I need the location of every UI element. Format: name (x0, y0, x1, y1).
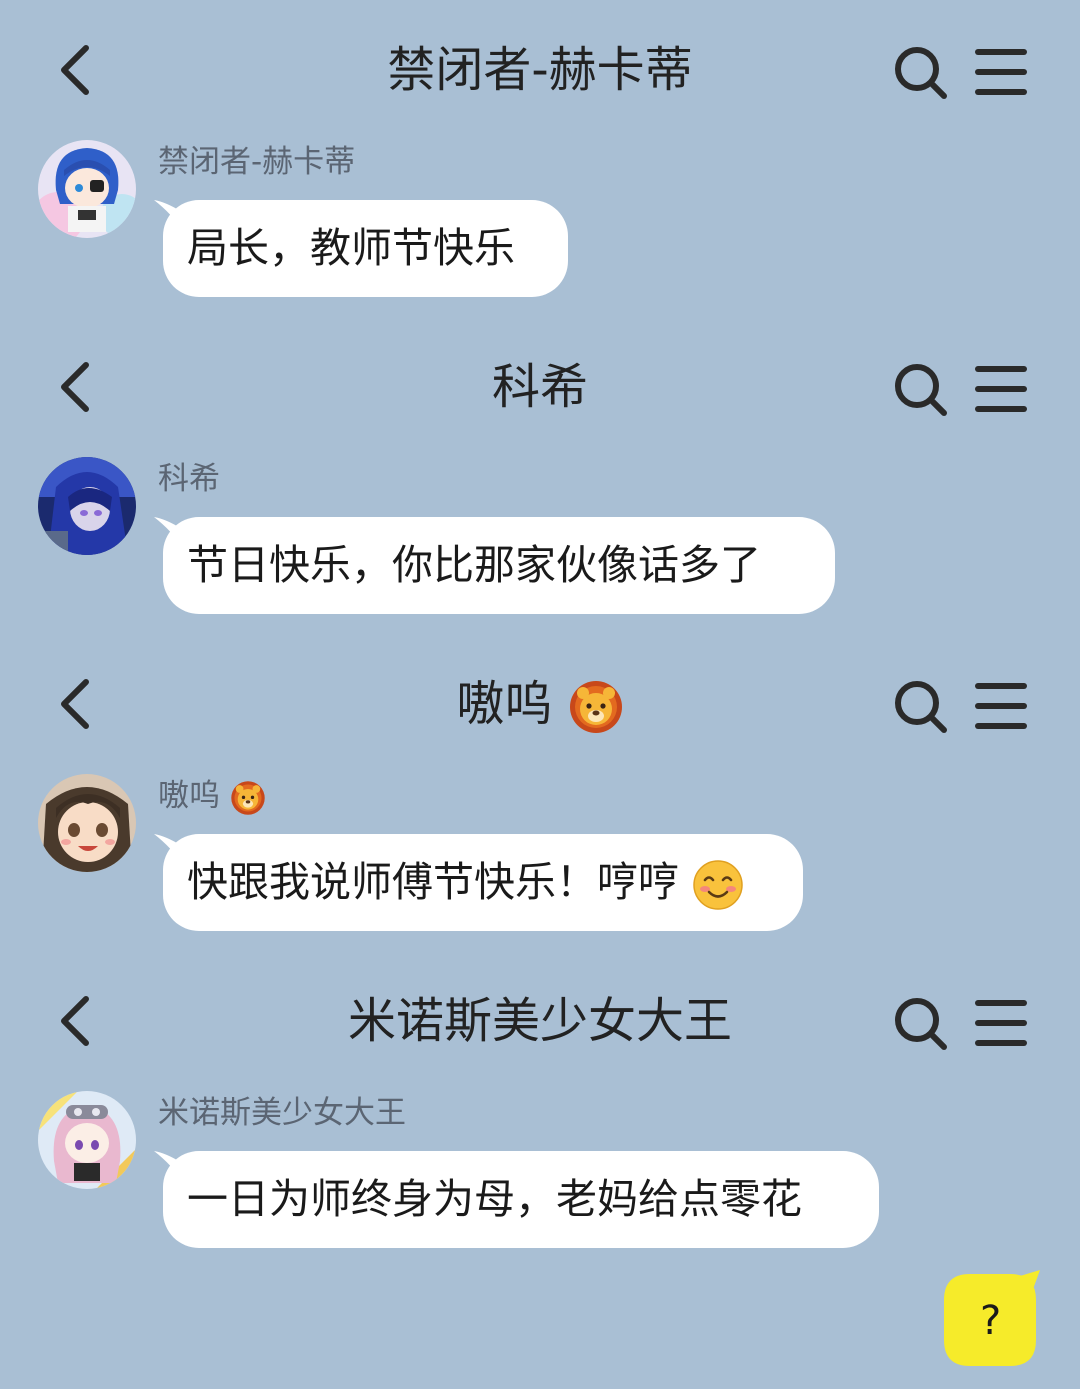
menu-icon (975, 683, 1027, 729)
menu-button[interactable] (972, 678, 1030, 734)
sender-name: 米诺斯美少女大王 (158, 1095, 406, 1131)
search-button[interactable] (890, 993, 950, 1053)
chibi-pink-hair-avatar[interactable] (38, 1091, 136, 1189)
chat-header: 嗷呜 (0, 634, 1080, 774)
chat-title: 禁闭者-赫卡蒂 (387, 42, 693, 98)
menu-button[interactable] (972, 361, 1030, 417)
message-text: 快跟我说师傅节快乐！哼哼 (187, 858, 679, 906)
search-button[interactable] (890, 676, 950, 736)
menu-icon (975, 49, 1027, 95)
help-label: ? (980, 1298, 1001, 1344)
sender-name-text: 嗷呜 (158, 778, 220, 814)
help-button[interactable]: ? (940, 1270, 1040, 1376)
search-icon (895, 364, 947, 416)
message-text: 一日为师终身为母，老妈给点零花 (187, 1175, 802, 1223)
chat-title: 科希 (491, 359, 588, 415)
smiling-face-icon (693, 860, 743, 910)
chat-block-2: 科希 科希 节日快乐，你比那家伙像话多了 (0, 317, 1080, 634)
back-button[interactable] (52, 40, 102, 100)
sender-name: 禁闭者-赫卡蒂 (158, 144, 356, 180)
lion-face-icon (231, 780, 265, 815)
chat-header: 科希 (0, 317, 1080, 457)
chat-block-3: 嗷呜 嗷呜 快跟我说师傅节快乐！哼哼 (0, 634, 1080, 951)
message-bubble[interactable]: 一日为师终身为母，老妈给点零花 (163, 1151, 879, 1248)
message-text: 局长，教师节快乐 (187, 224, 515, 272)
search-icon (895, 681, 947, 733)
message-bubble[interactable]: 局长，教师节快乐 (163, 200, 568, 297)
chat-title: 米诺斯美少女大王 (347, 993, 732, 1049)
chevron-left-icon (61, 996, 89, 1046)
chevron-left-icon (61, 362, 89, 412)
chat-header: 米诺斯美少女大王 (0, 951, 1080, 1091)
menu-button[interactable] (972, 44, 1030, 100)
chevron-left-icon (61, 45, 89, 95)
chat-block-1: 禁闭者-赫卡蒂 禁闭者-赫卡蒂 局长，教师节快乐 (0, 0, 1080, 317)
message-bubble[interactable]: 快跟我说师傅节快乐！哼哼 (163, 834, 803, 931)
sender-name: 科希 (158, 461, 220, 497)
chat-header: 禁闭者-赫卡蒂 (0, 0, 1080, 140)
search-button[interactable] (890, 42, 950, 102)
chevron-left-icon (61, 679, 89, 729)
search-icon (895, 998, 947, 1050)
back-button[interactable] (52, 357, 102, 417)
chat-title: 嗷呜 (200, 672, 880, 736)
message-text: 节日快乐，你比那家伙像话多了 (187, 541, 761, 589)
chat-block-4: 米诺斯美少女大王 米诺斯美少女大王 一日为师终身为母，老妈给点零花 (0, 951, 1080, 1268)
lion-face-icon (569, 681, 622, 733)
brown-hair-avatar[interactable] (38, 774, 136, 872)
back-button[interactable] (52, 674, 102, 734)
menu-icon (975, 366, 1027, 412)
dark-blue-hair-avatar[interactable] (38, 457, 136, 555)
sender-name: 嗷呜 (158, 774, 266, 818)
help-bubble-icon: ? (944, 1270, 1040, 1366)
back-button[interactable] (52, 991, 102, 1051)
menu-button[interactable] (972, 995, 1030, 1051)
chibi-blue-hair-avatar[interactable] (38, 140, 136, 238)
menu-icon (975, 1000, 1027, 1046)
chat-title-text: 嗷呜 (456, 676, 553, 732)
search-button[interactable] (890, 359, 950, 419)
search-icon (895, 47, 947, 99)
message-bubble[interactable]: 节日快乐，你比那家伙像话多了 (163, 517, 835, 614)
